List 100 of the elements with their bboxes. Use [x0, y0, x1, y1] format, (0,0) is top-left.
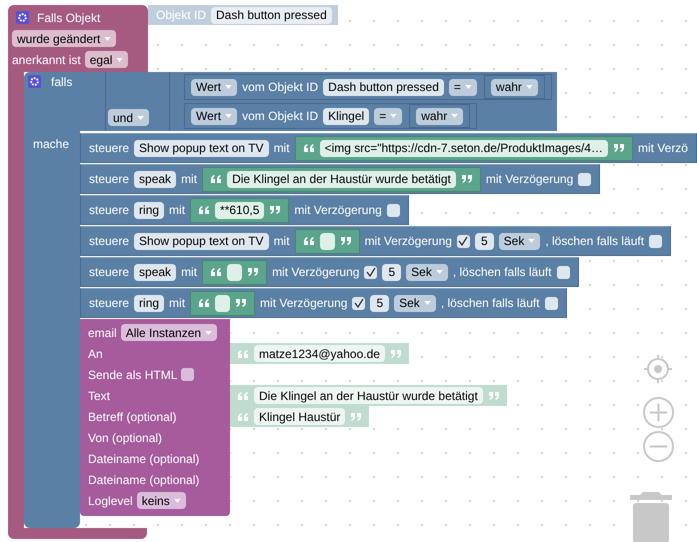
control-block[interactable]: steuere speak mit mit Verzögerung 5 Sek , löschen falls läuft — [80, 257, 579, 287]
dropdown[interactable]: Wert — [191, 78, 238, 96]
block-label: steuere — [89, 265, 130, 279]
dropdown[interactable]: und — [108, 109, 150, 126]
quote-icon — [238, 392, 248, 400]
control-block[interactable]: steuere speak mit Die Klingel an der Haustür wurde betätigt mit Verzögerung — [80, 164, 600, 194]
state-field[interactable]: Show popup text on TV — [134, 232, 269, 250]
control-block[interactable]: steuere Show popup text on TV mit mit Verzögerung 5 Sek , löschen falls läuft — [80, 226, 672, 256]
compare-block[interactable]: Wert vom Objekt ID Klingel = wahr — [184, 103, 478, 129]
block-label: mit Verzögerung — [294, 203, 382, 217]
quote-icon — [351, 412, 362, 420]
if-block-header[interactable]: falls und Wert vom Objekt ID Dash button pressed = wahr Wert vom Objekt ID Klingel = wahr — [24, 72, 557, 131]
block-label: Loglevel — [88, 494, 133, 508]
text-field[interactable]: Die Klingel an der Haustür wurde betätigt — [254, 387, 483, 404]
object-id-field[interactable]: Dash button pressed — [323, 78, 444, 96]
block-label: mit — [169, 203, 186, 217]
object-id-field[interactable]: Dash button pressed — [211, 6, 332, 24]
text-field[interactable]: Die Klingel an der Haustür wurde betätigt — [227, 170, 456, 188]
compare-block[interactable]: Wert vom Objekt ID Dash button pressed = wahr — [184, 74, 552, 100]
control-block[interactable]: steuere ring mit **610,5 mit Verzögerung — [80, 195, 409, 225]
caret-icon — [390, 114, 398, 118]
state-field[interactable]: ring — [134, 294, 164, 312]
state-field[interactable]: speak — [134, 170, 176, 188]
delay-field[interactable]: 5 — [382, 264, 402, 280]
object-id-field[interactable]: Klingel — [323, 108, 370, 124]
block-label: mit — [181, 172, 198, 186]
block-label: mit — [274, 234, 290, 248]
caret-icon — [116, 58, 124, 62]
delay-field[interactable]: 5 — [474, 232, 494, 250]
quote-icon — [211, 268, 222, 276]
delay-field[interactable]: 5 — [370, 294, 390, 312]
checkbox[interactable] — [456, 234, 470, 248]
text-block[interactable]: Klingel Haustür — [230, 406, 370, 427]
text-block[interactable] — [294, 228, 360, 254]
dropdown[interactable]: egal — [84, 51, 128, 68]
checkbox[interactable] — [352, 296, 366, 310]
block-label: , löschen falls läuft — [440, 296, 540, 310]
trigger-block[interactable]: Falls Objekt wurde geändert anerkannt ist egal — [8, 5, 148, 72]
checkbox[interactable] — [386, 204, 400, 216]
state-field[interactable]: Show popup text on TV — [134, 140, 269, 156]
quote-icon — [304, 144, 314, 152]
block-label: mit — [181, 265, 198, 279]
dropdown[interactable]: Alle Instanzen — [120, 324, 218, 341]
block-label: , löschen falls läuft — [545, 234, 644, 248]
dropdown[interactable]: Wert — [191, 108, 238, 124]
recenter-icon[interactable] — [642, 353, 674, 385]
checkbox[interactable] — [556, 266, 570, 278]
dropdown[interactable]: wahr — [416, 108, 464, 124]
dropdown[interactable]: Sek — [406, 264, 448, 280]
quote-icon — [614, 144, 624, 152]
control-block[interactable]: steuere ring mit mit Verzögerung 5 Sek , löschen falls läuft — [80, 288, 567, 318]
dropdown[interactable]: wurde geändert — [12, 30, 116, 47]
value-block[interactable]: wahr — [409, 104, 470, 128]
quote-icon — [199, 206, 210, 214]
value-block[interactable]: wahr — [484, 75, 545, 99]
quote-icon — [248, 268, 258, 276]
checkbox[interactable] — [181, 368, 194, 381]
block-label: Betreff (optional) — [88, 410, 176, 424]
block-label: An — [88, 346, 103, 360]
control-block[interactable]: steuere Show popup text on TV mit <img src="https://cdn-7.seton.de/ProduktImages/4… mit Verzö — [80, 133, 697, 163]
text-field[interactable]: Klingel Haustür — [254, 408, 346, 425]
block-label: Objekt ID — [156, 8, 206, 22]
object-id-block[interactable]: Objekt ID Dash button pressed — [148, 5, 338, 25]
text-field[interactable]: <img src="https://cdn-7.seton.de/ProduktImages/4… — [320, 140, 608, 156]
checkbox[interactable] — [544, 296, 558, 310]
text-field[interactable]: matze1234@yahoo.de — [254, 345, 385, 362]
text-field[interactable] — [320, 232, 335, 250]
checkbox[interactable] — [649, 234, 662, 248]
block-label: falls — [51, 75, 72, 89]
gear-icon[interactable] — [16, 11, 29, 24]
dropdown[interactable]: Sek — [394, 294, 436, 312]
trash-icon[interactable] — [630, 489, 672, 542]
checkbox[interactable] — [364, 266, 378, 278]
dropdown[interactable]: wahr — [490, 78, 538, 96]
zoom-out-icon[interactable] — [643, 431, 674, 462]
text-field[interactable]: **610,5 — [215, 202, 264, 218]
quote-icon — [270, 206, 280, 214]
state-field[interactable]: speak — [134, 264, 176, 280]
state-field[interactable]: ring — [134, 202, 164, 218]
block-label: mit — [169, 296, 186, 310]
email-block[interactable]: email Alle Instanzen An Sende als HTML Text Betreff (optional) Von (optional) Dateiname (optional) Dateiname (optional) Loglevel keins — [80, 319, 230, 516]
and-block[interactable]: und Wert vom Objekt ID Dash button pressed = wahr Wert vom Objekt ID Klingel = wahr — [105, 72, 557, 131]
zoom-in-icon[interactable] — [643, 397, 674, 428]
text-field[interactable] — [215, 294, 230, 312]
text-block[interactable] — [190, 290, 256, 316]
dropdown[interactable]: keins — [136, 492, 186, 509]
text-block[interactable]: matze1234@yahoo.de — [230, 343, 409, 364]
dropdown[interactable]: Sek — [498, 232, 540, 250]
text-field[interactable] — [227, 264, 242, 280]
text-block[interactable]: <img src="https://cdn-7.seton.de/ProduktImages/4… — [294, 136, 633, 160]
block-label: mit Verzögerung — [260, 296, 348, 310]
checkbox[interactable] — [578, 172, 592, 186]
text-block[interactable] — [202, 260, 268, 284]
text-block[interactable]: **610,5 — [190, 198, 290, 222]
text-block[interactable]: Die Klingel an der Haustür wurde betätigt — [202, 166, 481, 192]
dropdown[interactable]: = — [374, 108, 402, 124]
block-label: Text — [88, 388, 110, 402]
gear-icon[interactable] — [28, 75, 41, 88]
dropdown[interactable]: = — [448, 78, 477, 96]
text-block[interactable]: Die Klingel an der Haustür wurde betätigt — [230, 385, 507, 406]
